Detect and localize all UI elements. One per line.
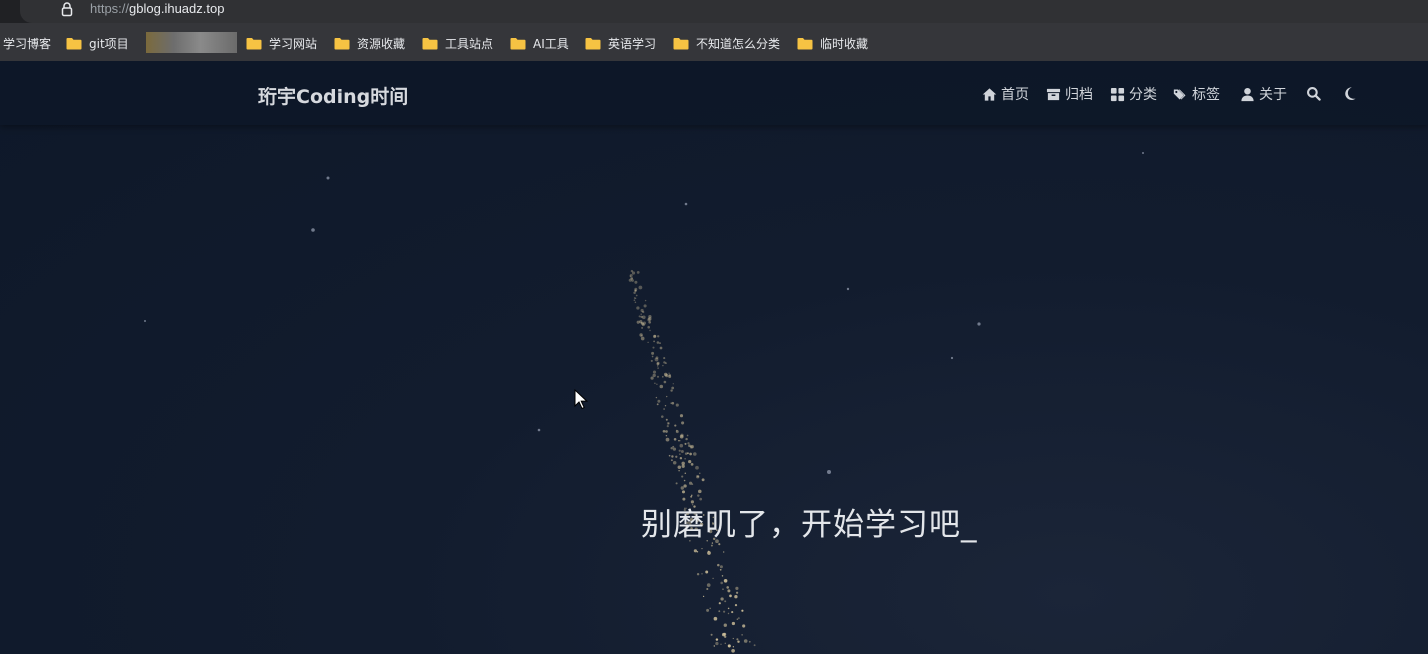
nav-categories[interactable]: 分类: [1110, 85, 1157, 103]
bookmark-label: git项目: [89, 36, 129, 51]
folder-icon: [510, 37, 526, 49]
redacted-bookmark[interactable]: [146, 32, 237, 53]
nav-archive[interactable]: 归档: [1046, 85, 1093, 103]
home-icon: [982, 87, 997, 101]
bookmark-folder-uncategorized[interactable]: 不知道怎么分类: [673, 34, 780, 52]
folder-icon: [673, 37, 689, 49]
bookmark-folder-study-sites[interactable]: 学习网站: [246, 34, 317, 52]
nav-about[interactable]: 关于: [1240, 85, 1287, 103]
bookmark-folder-git[interactable]: git项目: [66, 34, 129, 52]
bookmark-folder-resources[interactable]: 资源收藏: [334, 34, 405, 52]
lock-icon[interactable]: [60, 1, 74, 17]
folder-icon: [66, 37, 82, 49]
site-header: 珩宇Coding时间 首页 归档 分类 标签 关于: [0, 61, 1428, 125]
browser-address-bar: https://gblog.ihuadz.top: [0, 0, 1428, 23]
url-protocol: https://: [90, 1, 130, 16]
moon-icon[interactable]: [1342, 86, 1357, 101]
folder-icon: [797, 37, 813, 49]
tags-icon: [1173, 89, 1186, 99]
nav-label: 首页: [1001, 87, 1029, 103]
nav-label: 分类: [1129, 87, 1157, 103]
bookmark-label: 英语学习: [608, 36, 657, 51]
folder-icon: [585, 37, 601, 49]
bookmark-label: 临时收藏: [820, 36, 869, 51]
bookmark-label: 不知道怎么分类: [696, 36, 781, 51]
bookmark-label: 工具站点: [445, 36, 494, 51]
bookmark-label: 资源收藏: [357, 36, 406, 51]
bookmark-label: 学习博客: [3, 36, 52, 51]
folder-icon: [334, 37, 350, 49]
url-host: gblog.ihuadz.top: [129, 1, 225, 16]
bookmark-folder-english[interactable]: 英语学习: [585, 34, 656, 52]
bookmark-study-blog[interactable]: 学习博客: [3, 34, 51, 52]
bookmark-folder-temp[interactable]: 临时收藏: [797, 34, 868, 52]
hero-slogan: 别磨叽了，开始学习吧_: [641, 507, 978, 543]
bookmark-folder-ai-tools[interactable]: AI工具: [510, 34, 569, 52]
user-icon: [1241, 87, 1254, 101]
mouse-cursor-icon: [574, 389, 588, 410]
archive-icon: [1046, 88, 1061, 100]
nav-tags[interactable]: 标签: [1173, 85, 1220, 103]
bookmark-label: AI工具: [533, 36, 569, 51]
url-text[interactable]: https://gblog.ihuadz.top: [90, 1, 224, 16]
grid-icon: [1110, 87, 1125, 101]
url-box[interactable]: https://gblog.ihuadz.top: [20, 0, 1428, 23]
nav-label: 标签: [1192, 87, 1220, 103]
folder-icon: [246, 37, 262, 49]
blog-page: 珩宇Coding时间 首页 归档 分类 标签 关于 别磨叽了，开始学习吧_: [0, 61, 1428, 654]
nav-label: 归档: [1065, 87, 1093, 103]
nav-label: 关于: [1259, 87, 1287, 103]
particle-background: [144, 152, 1144, 653]
bookmark-label: 学习网站: [269, 36, 318, 51]
site-title[interactable]: 珩宇Coding时间: [258, 82, 408, 109]
bookmark-folder-tools[interactable]: 工具站点: [422, 34, 493, 52]
nav-home[interactable]: 首页: [982, 85, 1029, 103]
search-icon[interactable]: [1306, 86, 1321, 101]
folder-icon: [422, 37, 438, 49]
